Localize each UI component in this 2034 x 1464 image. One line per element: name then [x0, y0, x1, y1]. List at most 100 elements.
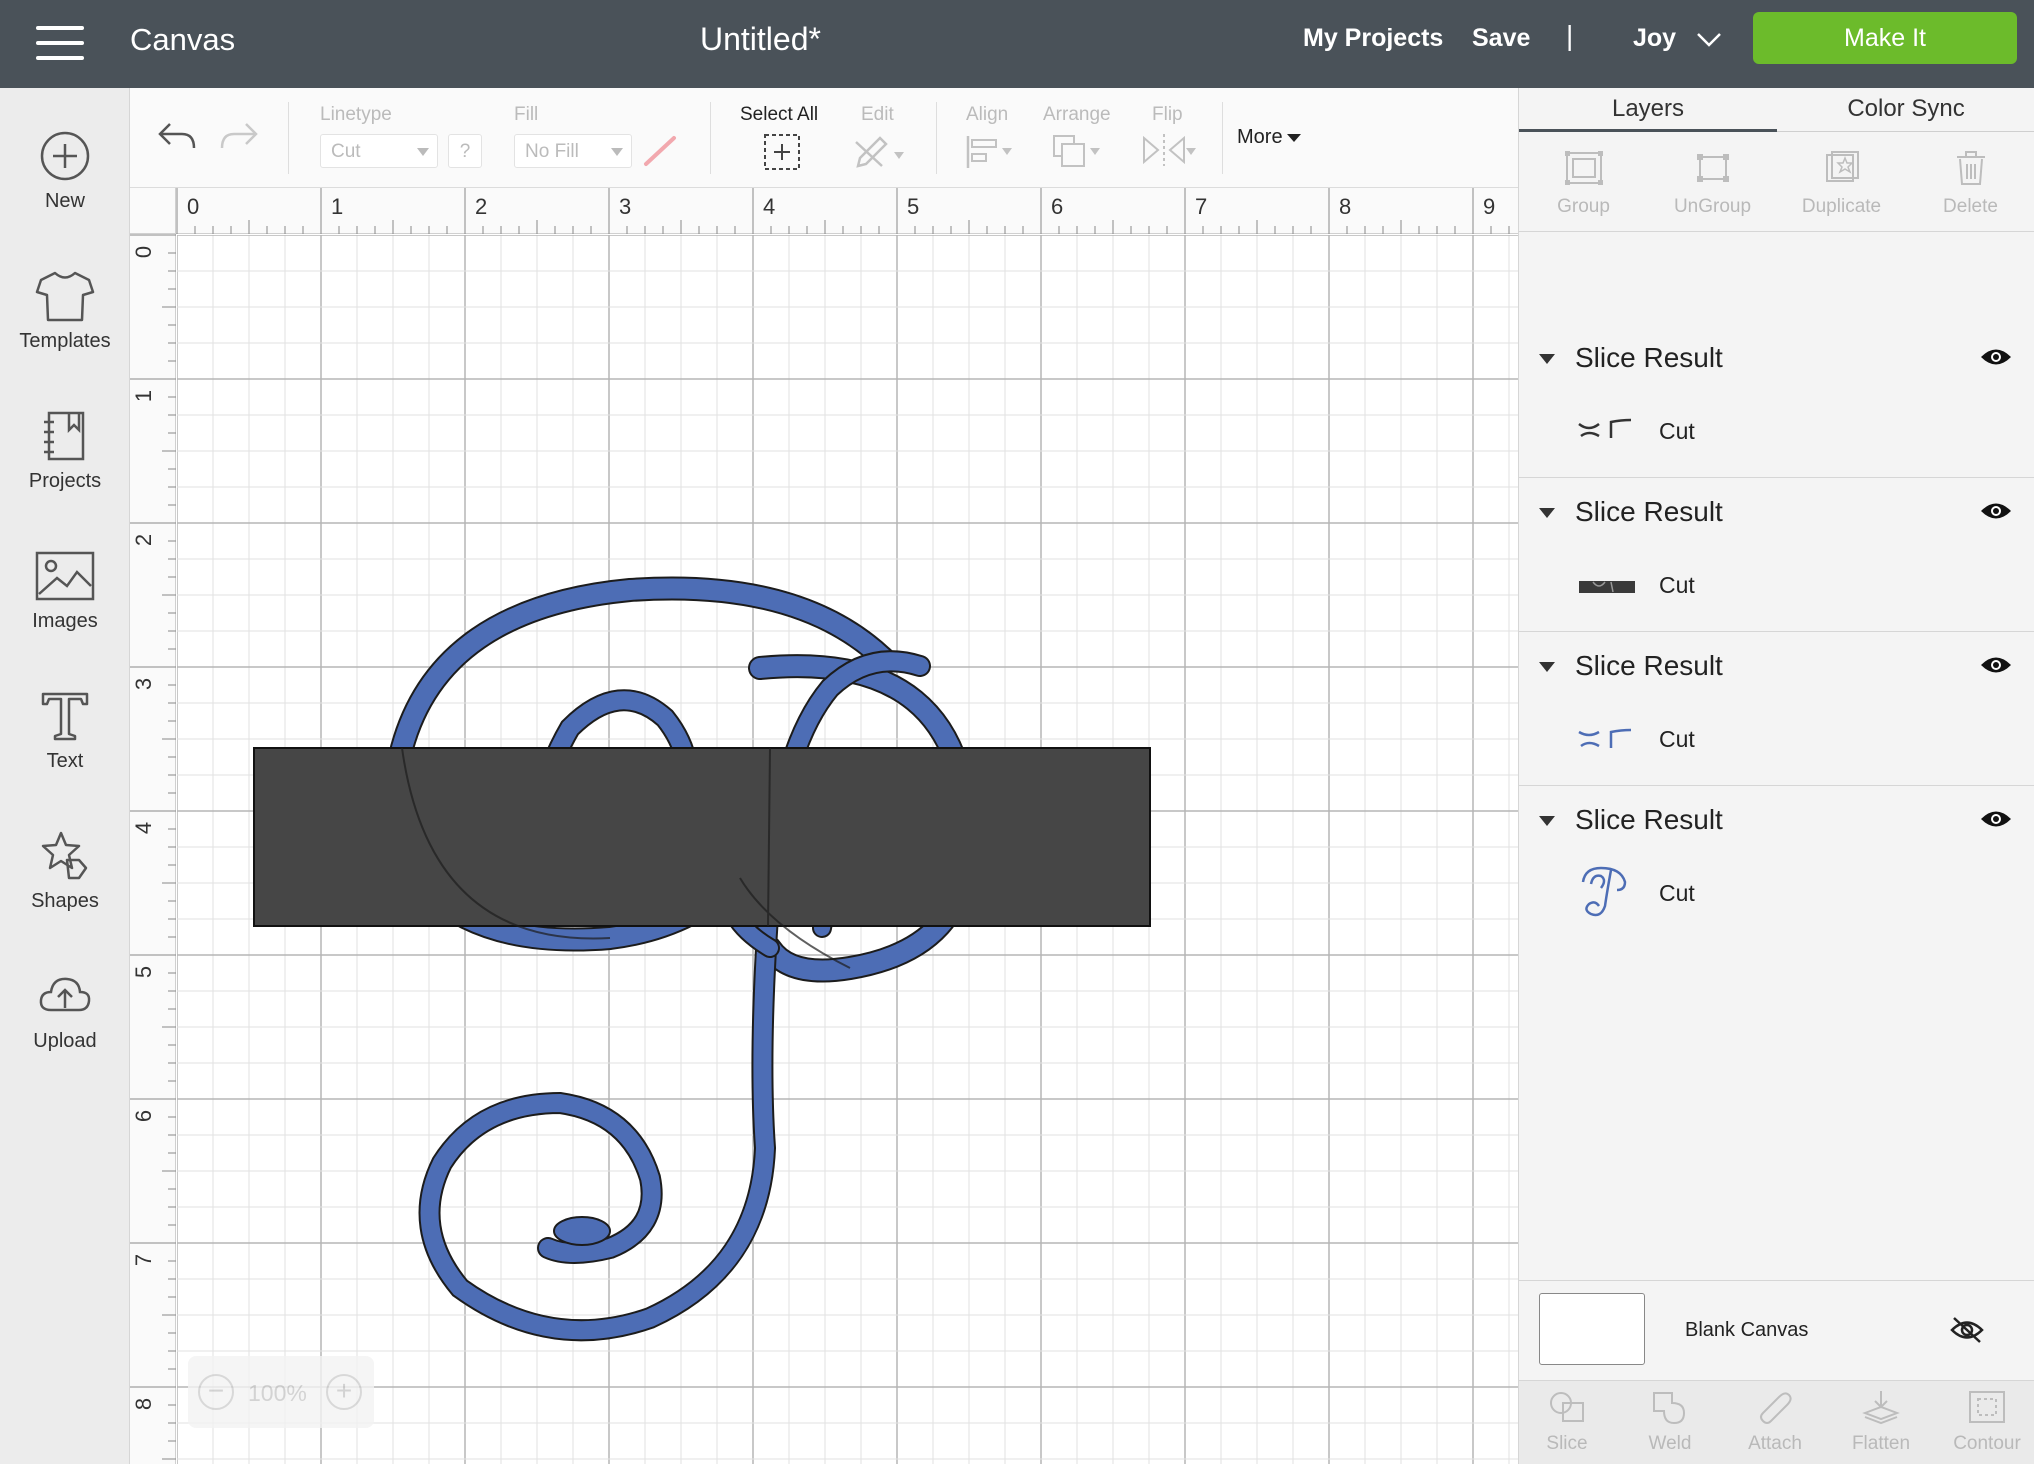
my-projects-link[interactable]: My Projects: [1303, 24, 1443, 53]
fill-select[interactable]: No Fill: [514, 134, 632, 168]
linetype-help-button[interactable]: ?: [448, 134, 482, 168]
sidebar-item-templates[interactable]: Templates: [0, 256, 130, 386]
edit-toolbar: Linetype Cut ? Fill No Fill Select All E…: [130, 88, 1518, 188]
ruler-number: 4: [763, 194, 776, 219]
group-button[interactable]: Group: [1519, 132, 1648, 232]
ruler-number: 2: [475, 194, 488, 219]
edit-icon[interactable]: [852, 132, 908, 172]
design-canvas[interactable]: 0 1 2 3 4 5 6 7 8 9 0 1 2 3 4 5 6 7 8 − 100% +: [130, 188, 1518, 1464]
collapse-triangle-icon[interactable]: [1539, 662, 1555, 672]
layer-group[interactable]: Slice Result Cut: [1519, 478, 2034, 632]
redo-icon[interactable]: [218, 118, 260, 154]
sidebar-label-upload: Upload: [33, 1030, 97, 1052]
select-all-icon[interactable]: [762, 132, 802, 172]
linetype-label: Linetype: [320, 104, 392, 125]
hamburger-menu-icon[interactable]: [36, 26, 84, 60]
chevron-down-icon[interactable]: [1696, 26, 1722, 52]
blank-canvas-label: Blank Canvas: [1685, 1319, 1809, 1341]
tab-layers[interactable]: Layers: [1519, 88, 1777, 132]
bottom-tools: Slice Weld Attach Flatten Contour: [1519, 1380, 2034, 1464]
save-link[interactable]: Save: [1472, 24, 1530, 53]
make-it-button[interactable]: Make It: [1753, 12, 2017, 64]
slice-button[interactable]: Slice: [1523, 1381, 1611, 1464]
ruler-number: 1: [331, 194, 344, 219]
plus-circle-icon: [40, 131, 90, 181]
more-dropdown[interactable]: More: [1237, 126, 1301, 149]
duplicate-button[interactable]: Duplicate: [1777, 132, 1906, 232]
duplicate-label: Duplicate: [1801, 196, 1882, 217]
canvas-color-swatch[interactable]: [1539, 1293, 1645, 1365]
letter-p-monogram[interactable]: [383, 576, 981, 1342]
flip-icon[interactable]: [1140, 132, 1200, 172]
contour-button[interactable]: Contour: [1939, 1381, 2034, 1464]
ruler-number: 8: [131, 1397, 157, 1411]
panel-tabs: Layers Color Sync: [1519, 88, 2034, 132]
sidebar-label-templates: Templates: [19, 330, 111, 352]
vertical-ruler: 0 1 2 3 4 5 6 7 8: [130, 188, 176, 1464]
ruler-number: 1: [131, 389, 157, 403]
slice-icon: [1550, 1392, 1584, 1422]
undo-icon[interactable]: [156, 118, 198, 154]
ruler-number: 2: [131, 533, 157, 547]
artwork-layer: [253, 576, 1151, 1342]
weld-button[interactable]: Weld: [1627, 1381, 1713, 1464]
user-menu[interactable]: Joy: [1633, 24, 1676, 53]
more-label: More: [1237, 126, 1283, 148]
layer-thumbnail-icon: [1579, 581, 1635, 593]
delete-button[interactable]: Delete: [1906, 132, 2034, 232]
sidebar-item-images[interactable]: Images: [0, 536, 130, 666]
sidebar-item-projects[interactable]: Projects: [0, 396, 130, 526]
layer-title: Slice Result: [1575, 496, 1723, 527]
ungroup-button[interactable]: UnGroup: [1648, 132, 1777, 232]
slice-rectangle[interactable]: [253, 747, 1151, 927]
sidebar-item-text[interactable]: Text: [0, 676, 130, 806]
eye-icon[interactable]: [1979, 654, 2013, 676]
layer-title: Slice Result: [1575, 804, 1723, 835]
fill-color-swatch-icon[interactable]: [642, 134, 678, 168]
flatten-label: Flatten: [1851, 1433, 1911, 1454]
collapse-triangle-icon[interactable]: [1539, 816, 1555, 826]
sidebar-item-upload[interactable]: Upload: [0, 956, 130, 1086]
layer-group[interactable]: Slice Result Cut: [1519, 324, 2034, 478]
ruler-number: 7: [1195, 194, 1208, 219]
select-all-label: Select All: [740, 104, 819, 125]
caret-down-icon: [611, 148, 623, 156]
blank-canvas-row[interactable]: Blank Canvas: [1519, 1280, 2034, 1380]
collapse-triangle-icon[interactable]: [1539, 354, 1555, 364]
zoom-level: 100%: [248, 1380, 307, 1406]
attach-button[interactable]: Attach: [1729, 1381, 1821, 1464]
flip-label: Flip: [1152, 104, 1183, 125]
layer-thumbnail-icon: [1578, 418, 1632, 438]
flatten-button[interactable]: Flatten: [1833, 1381, 1929, 1464]
zoom-out-button[interactable]: −: [198, 1374, 234, 1410]
left-sidebar: New Templates Projects Images Text Shape…: [0, 88, 130, 1464]
eye-icon[interactable]: [1979, 500, 2013, 522]
layer-thumbnail-icon: [1581, 866, 1627, 917]
layer-group[interactable]: Slice Result Cut: [1519, 632, 2034, 786]
app-name: Canvas: [130, 22, 236, 57]
ruler-number: 6: [1051, 194, 1064, 219]
ruler-corner: [130, 188, 176, 234]
ruler-number: 3: [131, 677, 157, 691]
layer-title: Slice Result: [1575, 650, 1723, 681]
sidebar-label-projects: Projects: [28, 470, 102, 492]
ungroup-label: UnGroup: [1673, 196, 1752, 217]
ruler-number: 4: [131, 821, 157, 835]
eye-icon[interactable]: [1979, 808, 2013, 830]
eye-hidden-icon[interactable]: [1949, 1315, 1985, 1345]
cloud-upload-icon: [39, 977, 91, 1012]
document-title[interactable]: Untitled*: [700, 21, 821, 58]
layer-group[interactable]: Slice Result Cut: [1519, 786, 2034, 940]
align-icon[interactable]: [964, 134, 1016, 170]
zoom-in-button[interactable]: +: [326, 1374, 362, 1410]
eye-icon[interactable]: [1979, 346, 2013, 368]
collapse-triangle-icon[interactable]: [1539, 508, 1555, 518]
ruler-number: 0: [187, 194, 200, 219]
delete-label: Delete: [1943, 196, 1998, 217]
linetype-select[interactable]: Cut: [320, 134, 438, 168]
sidebar-item-new[interactable]: New: [0, 116, 130, 246]
sidebar-item-shapes[interactable]: Shapes: [0, 816, 130, 946]
notebook-icon: [44, 411, 85, 461]
tab-color-sync[interactable]: Color Sync: [1777, 88, 2034, 132]
arrange-icon[interactable]: [1050, 132, 1106, 172]
